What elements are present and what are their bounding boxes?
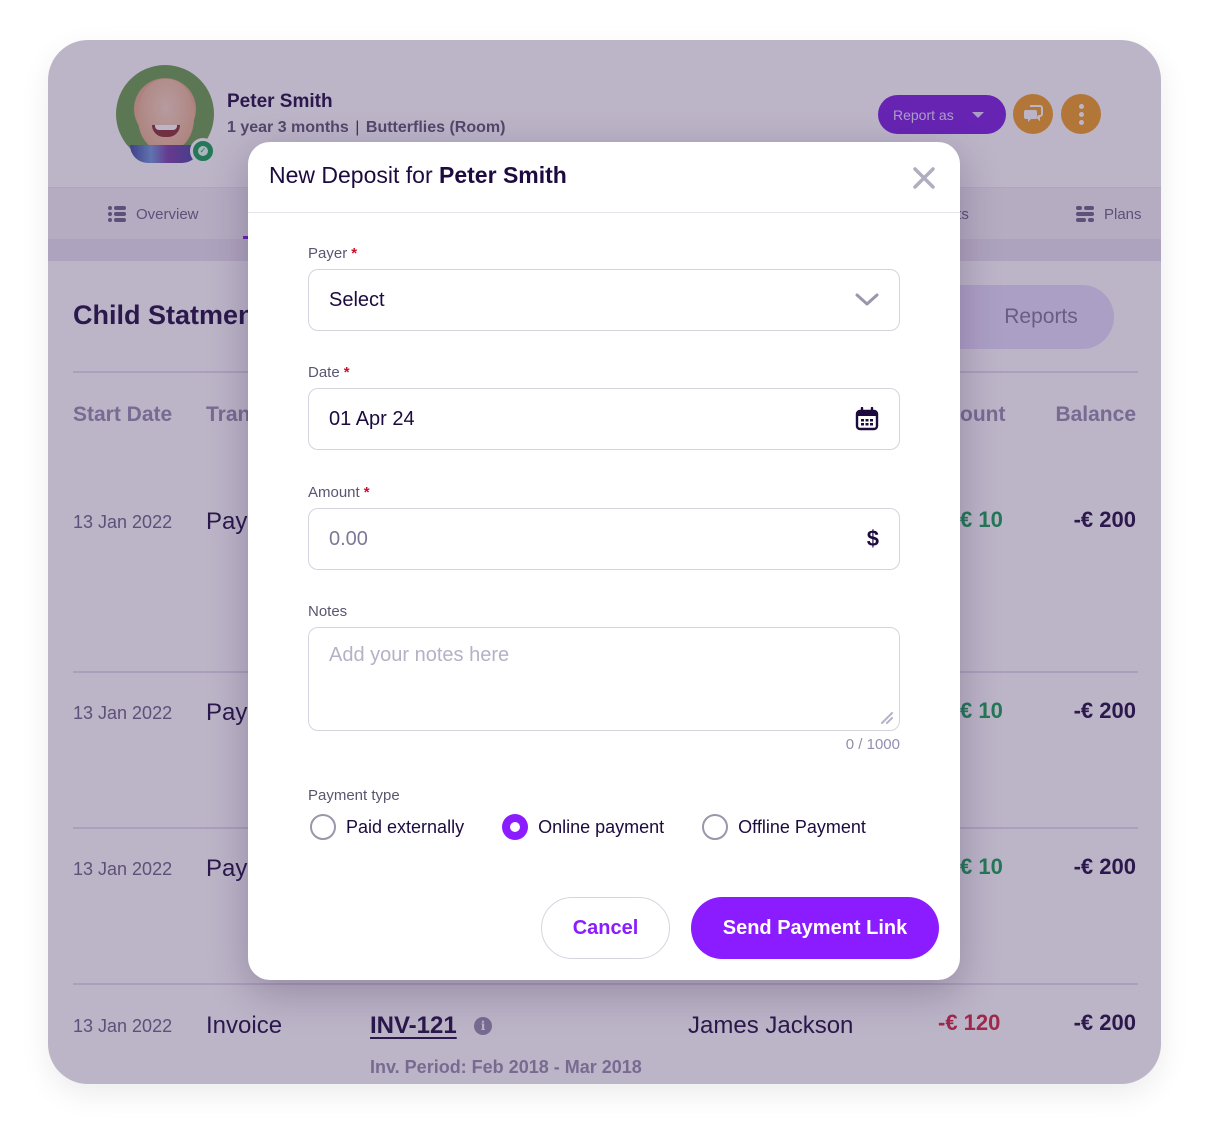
modal-title: New Deposit for Peter Smith [269, 162, 567, 189]
amount-label-text: Amount [308, 484, 360, 501]
radio-checked-icon [502, 814, 529, 840]
required-marker: * [351, 245, 358, 262]
modal-header: New Deposit for Peter Smith [248, 142, 960, 213]
payer-select[interactable]: Select [308, 269, 900, 331]
required-marker: * [343, 364, 350, 381]
currency-icon: $ [866, 526, 879, 551]
new-deposit-modal: New Deposit for Peter Smith Payer * Selec… [248, 142, 960, 980]
radio-label: Paid externally [346, 816, 465, 837]
date-label: Date * [308, 364, 350, 381]
radio-unchecked-icon [310, 814, 336, 840]
amount-placeholder: 0.00 [329, 527, 368, 550]
send-payment-link-button[interactable]: Send Payment Link [691, 897, 939, 959]
payer-label-text: Payer [308, 245, 348, 262]
notes-character-counter: 0 / 1000 [845, 736, 900, 753]
modal-title-name: Peter Smith [439, 162, 567, 188]
amount-label: Amount * [308, 484, 370, 501]
date-input-value: 01 Apr 24 [329, 407, 415, 430]
payer-select-value: Select [329, 288, 385, 311]
resize-handle-icon[interactable] [879, 710, 893, 724]
notes-label: Notes [308, 603, 348, 620]
notes-placeholder: Add your notes here [329, 644, 510, 666]
payer-label: Payer * [308, 245, 357, 262]
amount-input[interactable]: 0.00 $ [308, 508, 900, 570]
radio-offline-payment[interactable]: Offline Payment [702, 814, 866, 840]
chevron-down-icon [855, 293, 879, 306]
radio-label: Offline Payment [738, 816, 866, 837]
payment-type-radio-group: Paid externally Online payment Offline P… [310, 814, 904, 840]
modal-title-prefix: New Deposit for [269, 162, 440, 188]
close-button[interactable] [910, 164, 938, 192]
date-input[interactable]: 01 Apr 24 [308, 388, 900, 450]
payment-type-label: Payment type [308, 787, 400, 804]
close-icon [913, 167, 935, 189]
notes-textarea[interactable]: Add your notes here [308, 627, 900, 731]
radio-unchecked-icon [702, 814, 729, 840]
radio-paid-externally[interactable]: Paid externally [310, 814, 464, 840]
cancel-button[interactable]: Cancel [541, 897, 670, 959]
radio-label: Online payment [538, 816, 665, 837]
date-label-text: Date [308, 364, 340, 381]
radio-online-payment[interactable]: Online payment [502, 814, 664, 840]
required-marker: * [363, 484, 370, 501]
calendar-icon[interactable] [855, 407, 879, 431]
